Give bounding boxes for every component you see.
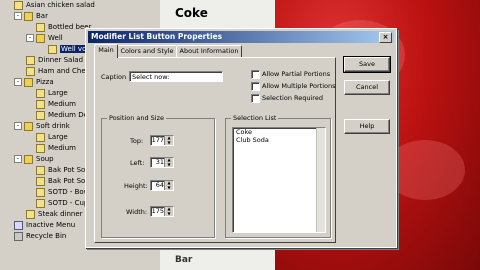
dialog-titlebar[interactable]: Modifier List Button Properties ×: [88, 31, 394, 43]
left-spinner[interactable]: 31 ▲ ▼: [150, 157, 174, 168]
save-button[interactable]: Save: [343, 56, 391, 73]
selection-required-label: Selection Required: [262, 94, 323, 102]
height-label: Height:: [124, 182, 148, 190]
spin-arrows-icon[interactable]: ▲ ▼: [164, 206, 173, 216]
tree-item[interactable]: Recycle Bin: [14, 231, 66, 241]
allow-multiple-portions-checkbox[interactable]: [251, 82, 260, 91]
preview-footer: Bar: [175, 255, 193, 265]
position-and-size-group: Position and Size Top: 177 ▲ ▼ Left: 31 ▲ ▼ …: [101, 114, 215, 238]
collapse-icon[interactable]: -: [14, 122, 22, 130]
collapse-icon[interactable]: -: [14, 78, 22, 86]
document-icon: [26, 66, 35, 76]
tree-item[interactable]: - Soup: [14, 154, 54, 164]
tree-item[interactable]: - Bar: [14, 11, 48, 21]
list-item[interactable]: Club Soda: [233, 136, 325, 144]
spin-arrows-icon[interactable]: ▲ ▼: [164, 157, 173, 167]
document-icon: [26, 55, 35, 65]
allow-multiple-portions-label: Allow Multiple Portions: [262, 82, 336, 90]
menu-icon: [14, 220, 23, 230]
close-icon[interactable]: ×: [379, 32, 392, 43]
cancel-button[interactable]: Cancel: [344, 80, 390, 95]
tree-item[interactable]: Large: [36, 88, 68, 98]
spin-arrows-icon[interactable]: ▲ ▼: [164, 135, 173, 145]
tree-item[interactable]: - Soft drink: [14, 121, 70, 131]
document-icon: [36, 198, 45, 208]
dialog-title: Modifier List Button Properties: [91, 32, 223, 41]
tree-item[interactable]: - Well: [26, 33, 63, 43]
selection-listbox[interactable]: Coke Club Soda: [232, 127, 326, 233]
document-icon: [36, 187, 45, 197]
document-icon: [36, 176, 45, 186]
document-icon: [26, 209, 35, 219]
document-icon: [36, 132, 45, 142]
listbox-scrollbar[interactable]: [316, 128, 325, 232]
recycle-bin-icon: [14, 231, 23, 241]
allow-partial-portions-checkbox[interactable]: [251, 70, 260, 79]
tree-item[interactable]: Inactive Menu: [14, 220, 75, 230]
spin-arrows-icon[interactable]: ▲ ▼: [164, 180, 173, 190]
tree-item[interactable]: Bottled beer: [36, 22, 91, 32]
collapse-icon[interactable]: -: [14, 155, 22, 163]
tab-about-information[interactable]: About Information: [176, 45, 242, 57]
document-icon: [36, 110, 45, 120]
decorative-shape: [385, 140, 465, 200]
height-spinner[interactable]: 64 ▲ ▼: [150, 180, 174, 191]
document-icon: [36, 143, 45, 153]
group-title: Selection List: [231, 114, 279, 122]
document-icon: [48, 44, 57, 54]
tree-item[interactable]: Medium: [36, 143, 76, 153]
document-icon: [36, 165, 45, 175]
modifier-list-properties-dialog: Modifier List Button Properties × Main C…: [85, 28, 397, 248]
tree-item[interactable]: Steak dinner: [26, 209, 83, 219]
tree-item[interactable]: - Pizza: [14, 77, 54, 87]
document-icon: [36, 22, 45, 32]
tab-main[interactable]: Main: [94, 44, 118, 58]
top-spinner[interactable]: 177 ▲ ▼: [150, 135, 174, 146]
tree-item[interactable]: SOTD - Cup: [36, 198, 88, 208]
group-title: Position and Size: [107, 114, 167, 122]
left-label: Left:: [130, 159, 145, 167]
folder-icon: [24, 121, 33, 131]
caption-input[interactable]: Select now:: [129, 71, 223, 82]
tab-colors-and-style[interactable]: Colors and Style: [117, 45, 177, 57]
selection-required-checkbox[interactable]: [251, 94, 260, 103]
help-button[interactable]: Help: [344, 119, 390, 134]
caption-label: Caption: [101, 73, 127, 81]
tab-panel-main: Caption Select now: Allow Partial Portio…: [94, 57, 336, 243]
tree-item[interactable]: Large: [36, 132, 68, 142]
folder-icon: [24, 154, 33, 164]
tree-item[interactable]: Asian chicken salad: [14, 0, 95, 10]
document-icon: [36, 88, 45, 98]
collapse-icon[interactable]: -: [26, 34, 34, 42]
folder-icon: [24, 77, 33, 87]
tree-item[interactable]: Dinner Salad: [26, 55, 83, 65]
folder-icon: [36, 33, 45, 43]
top-label: Top:: [130, 137, 144, 145]
width-spinner[interactable]: 175 ▲ ▼: [150, 206, 174, 217]
selection-list-group: Selection List Coke Club Soda: [225, 114, 331, 238]
document-icon: [14, 0, 23, 10]
tree-item[interactable]: SOTD - Bowl: [36, 187, 91, 197]
preview-title: Coke: [175, 6, 208, 20]
tree-item[interactable]: Medium: [36, 99, 76, 109]
allow-partial-portions-label: Allow Partial Portions: [262, 70, 331, 78]
document-icon: [36, 99, 45, 109]
width-label: Width:: [126, 208, 148, 216]
collapse-icon[interactable]: -: [14, 12, 22, 20]
list-item[interactable]: Coke: [233, 128, 325, 136]
folder-icon: [24, 11, 33, 21]
